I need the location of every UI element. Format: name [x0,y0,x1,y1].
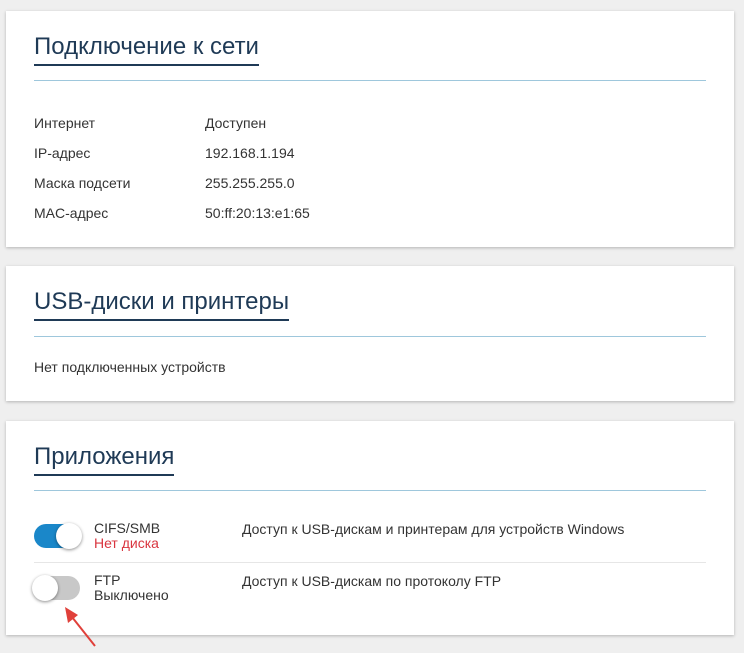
app-row-cifs-smb: CIFS/SMB Нет диска Доступ к USB-дискам и… [34,519,706,567]
title-divider [34,490,706,491]
mask-label: Маска подсети [34,175,131,191]
title-divider [34,80,706,81]
app-status: Выключено [94,587,169,603]
app-name: FTP [94,572,121,588]
usb-card: USB-диски и принтеры Нет подключенных ус… [6,266,734,401]
internet-label: Интернет [34,115,96,131]
mac-label: MAC-адрес [34,205,109,221]
mac-value: 50:ff:20:13:e1:65 [205,205,310,221]
ftp-toggle[interactable] [32,575,80,601]
mask-value: 255.255.255.0 [205,175,295,191]
apps-card-title: Приложения [34,443,175,476]
apps-card: Приложения CIFS/SMB Нет диска Доступ к U… [6,421,734,635]
ip-label: IP-адрес [34,145,91,161]
toggle-knob [32,575,58,601]
network-card: Подключение к сети Интернет Доступен IP-… [6,11,734,247]
title-divider [34,336,706,337]
app-status: Нет диска [94,535,159,551]
app-name: CIFS/SMB [94,520,161,536]
internet-value: Доступен [205,115,267,131]
toggle-knob [56,523,82,549]
usb-card-title: USB-диски и принтеры [34,288,290,321]
app-description: Доступ к USB-дискам по протоколу FTP [242,573,502,589]
row-divider [34,562,706,563]
app-row-ftp: FTP Выключено Доступ к USB-дискам по про… [32,571,706,619]
ip-value: 192.168.1.194 [205,145,295,161]
cifs-smb-toggle[interactable] [34,523,82,549]
usb-empty-text: Нет подключенных устройств [34,359,226,375]
app-description: Доступ к USB-дискам и принтерам для устр… [242,521,625,537]
network-card-title: Подключение к сети [34,33,259,66]
